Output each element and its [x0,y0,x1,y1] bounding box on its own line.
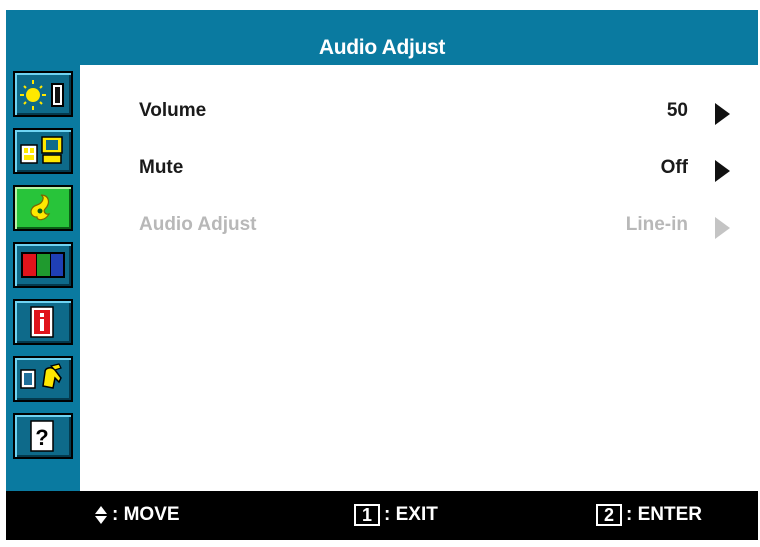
move-label: : MOVE [112,504,180,525]
footer-hints: : MOVE 1 : EXIT 2 : ENTER [6,491,758,540]
up-down-arrows-icon [94,505,108,525]
exit-hint: 1 : EXIT [354,504,438,526]
menu-item-label: Mute [139,157,184,178]
information-icon [30,306,54,338]
enter-label: : ENTER [626,504,702,525]
move-hint: : MOVE [94,504,180,526]
menu-content: Volume 50 Mute Off Audio Adjust Line-in [80,65,758,491]
arrow-right-icon [715,160,730,182]
menu-title: Audio Adjust [6,10,758,65]
exit-label: : EXIT [384,504,438,525]
menu-item-mute[interactable]: Mute Off [80,149,758,185]
sidebar-item-brightness-contrast[interactable] [13,71,73,117]
arrow-right-icon [715,103,730,125]
svg-text:?: ? [35,425,48,450]
menu-item-label: Volume [139,100,207,121]
brightness-contrast-icon [20,80,64,110]
sidebar-item-input-select[interactable] [13,128,73,174]
color-adjust-icon [21,252,65,278]
audio-icon [30,194,51,221]
osd-menu: Audio Adjust ? Volume 50 Mute Off Audio … [6,10,758,540]
sidebar-item-audio[interactable] [13,185,73,231]
menu-item-value: Line-in [625,214,688,235]
arrow-right-icon [715,217,730,239]
sidebar-item-manual-image-adjust[interactable] [13,356,73,402]
sidebar-item-color-adjust[interactable] [13,242,73,288]
sidebar-item-help[interactable]: ? [13,413,73,459]
enter-key[interactable]: 2 [596,504,622,526]
exit-key[interactable]: 1 [354,504,380,526]
sidebar-item-information[interactable] [13,299,73,345]
enter-hint: 2 : ENTER [596,504,702,526]
input-select-icon [20,136,63,164]
menu-item-value: 50 [666,100,688,121]
help-icon: ? [30,420,54,452]
menu-item-volume[interactable]: Volume 50 [80,92,758,128]
menu-item-audio-adjust: Audio Adjust Line-in [80,206,758,242]
manual-image-adjust-icon [20,363,62,389]
menu-item-value: Off [660,157,688,178]
menu-item-label: Audio Adjust [139,214,257,235]
sidebar: ? [6,65,80,491]
